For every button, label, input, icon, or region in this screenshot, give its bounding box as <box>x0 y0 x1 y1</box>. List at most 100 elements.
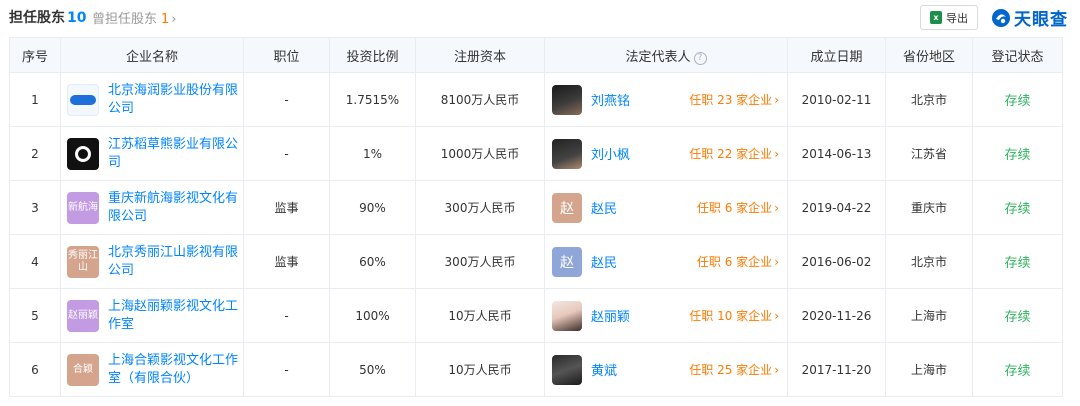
company-logo[interactable]: 赵丽颖 <box>67 299 99 332</box>
chevron-right-icon: › <box>774 309 779 323</box>
registered-capital: 300万人民币 <box>415 234 545 289</box>
company-link[interactable]: 上海合颖影视文化工作室（有限合伙） <box>108 352 239 388</box>
help-icon[interactable]: ? <box>693 51 707 65</box>
company-logo[interactable] <box>67 83 99 116</box>
status-badge: 存续 <box>972 126 1063 181</box>
avatar[interactable] <box>552 300 582 331</box>
company-cell: 合颖 上海合颖影视文化工作室（有限合伙） <box>61 352 243 388</box>
region: 重庆市 <box>885 180 973 235</box>
brand-icon <box>992 8 1010 27</box>
company-cell: 北京海润影业股份有限公司 <box>61 82 243 118</box>
col-header-company: 企业名称 <box>60 37 244 73</box>
status-badge: 存续 <box>972 72 1063 127</box>
rep-tenure-text: 任职 23 家企业 <box>689 93 773 107</box>
export-button[interactable]: x 导出 <box>920 5 978 30</box>
table-row: 4 秀丽江山 北京秀丽江山影视有限公司 监事 60% 300万人民币 赵 赵民 … <box>9 234 1063 289</box>
col-header-no: 序号 <box>9 37 61 73</box>
rep-cell: 赵丽颖 任职 10 家企业 › <box>545 300 787 331</box>
region: 北京市 <box>885 234 973 289</box>
registered-capital: 10万人民币 <box>415 342 545 397</box>
company-logo[interactable]: 合颖 <box>67 353 99 386</box>
logo-mark-icon <box>70 94 96 105</box>
company-link[interactable]: 北京秀丽江山影视有限公司 <box>108 244 239 280</box>
investment-ratio: 50% <box>329 342 416 397</box>
status-badge: 存续 <box>972 288 1063 343</box>
position: 监事 <box>243 234 330 289</box>
rep-tenure-text: 任职 22 家企业 <box>689 147 773 161</box>
company-cell: 新航海 重庆新航海影视文化有限公司 <box>61 190 243 226</box>
region: 上海市 <box>885 342 973 397</box>
table-row: 3 新航海 重庆新航海影视文化有限公司 监事 90% 300万人民币 赵 赵民 … <box>9 180 1063 235</box>
rep-cell: 刘燕铭 任职 23 家企业 › <box>545 84 787 115</box>
company-link[interactable]: 重庆新航海影视文化有限公司 <box>108 190 239 226</box>
avatar[interactable] <box>552 84 582 115</box>
table-row: 5 赵丽颖 上海赵丽颖影视文化工作室 - 100% 10万人民币 赵丽颖 任职 … <box>9 288 1063 343</box>
rep-name-link[interactable]: 黄斌 <box>591 360 617 379</box>
rep-tenure-text: 任职 10 家企业 <box>689 309 773 323</box>
rep-cell: 赵 赵民 任职 6 家企业 › <box>545 246 787 277</box>
investment-ratio: 1.7515% <box>329 72 416 127</box>
avatar[interactable]: 赵 <box>552 192 582 223</box>
avatar[interactable]: 赵 <box>552 246 582 277</box>
former-shareholder-tab[interactable]: 曾担任股东 1 › <box>92 8 177 27</box>
chevron-right-icon: › <box>171 12 177 27</box>
company-cell: 秀丽江山 北京秀丽江山影视有限公司 <box>61 244 243 280</box>
company-link[interactable]: 北京海润影业股份有限公司 <box>108 82 239 118</box>
sub-title-count: 1 <box>161 12 170 27</box>
col-header-status: 登记状态 <box>972 37 1063 73</box>
row-no: 2 <box>9 126 61 181</box>
rep-tenure-link[interactable]: 任职 25 家企业 › <box>689 361 779 378</box>
row-no: 3 <box>9 180 61 235</box>
shareholder-table: 序号 企业名称 职位 投资比例 注册资本 法定代表人? 成立日期 省份地区 登记… <box>9 37 1063 397</box>
table-row: 1 北京海润影业股份有限公司 - 1.7515% 8100万人民币 刘燕铭 任职… <box>9 72 1063 127</box>
established-date: 2010-02-11 <box>787 72 886 127</box>
rep-tenure-link[interactable]: 任职 10 家企业 › <box>689 307 779 324</box>
row-no: 5 <box>9 288 61 343</box>
chevron-right-icon: › <box>774 147 779 161</box>
rep-name-link[interactable]: 刘燕铭 <box>591 90 630 109</box>
avatar[interactable] <box>552 138 582 169</box>
row-no: 6 <box>9 342 61 397</box>
company-link[interactable]: 上海赵丽颖影视文化工作室 <box>108 298 239 334</box>
position: - <box>243 72 330 127</box>
col-header-rep-label: 法定代表人 <box>625 49 691 65</box>
table-header-row: 序号 企业名称 职位 投资比例 注册资本 法定代表人? 成立日期 省份地区 登记… <box>9 37 1063 73</box>
rep-cell: 刘小枫 任职 22 家企业 › <box>545 138 787 169</box>
position: - <box>243 342 330 397</box>
col-header-date: 成立日期 <box>787 37 886 73</box>
rep-tenure-text: 任职 6 家企业 <box>696 255 773 269</box>
chevron-right-icon: › <box>774 255 779 269</box>
investment-ratio: 1% <box>329 126 416 181</box>
rep-name-link[interactable]: 赵民 <box>591 252 617 271</box>
table-row: 6 合颖 上海合颖影视文化工作室（有限合伙） - 50% 10万人民币 黄斌 任… <box>9 342 1063 397</box>
investment-ratio: 60% <box>329 234 416 289</box>
company-cell: 江苏稻草熊影业有限公司 <box>61 136 243 172</box>
rep-tenure-link[interactable]: 任职 6 家企业 › <box>697 253 779 270</box>
rep-name-link[interactable]: 赵丽颖 <box>591 306 630 325</box>
investment-ratio: 100% <box>329 288 416 343</box>
avatar[interactable] <box>552 354 582 385</box>
rep-name-link[interactable]: 刘小枫 <box>591 144 630 163</box>
title-count: 10 <box>67 10 87 26</box>
company-logo[interactable]: 秀丽江山 <box>67 245 99 278</box>
registered-capital: 300万人民币 <box>415 180 545 235</box>
col-header-capital: 注册资本 <box>415 37 545 73</box>
brand-text: 天眼查 <box>1014 10 1068 30</box>
rep-tenure-link[interactable]: 任职 23 家企业 › <box>689 91 779 108</box>
row-no: 1 <box>9 72 61 127</box>
section-header: 担任股东 10 曾担任股东 1 › x 导出 天眼查 <box>0 0 1080 34</box>
company-logo[interactable] <box>67 137 99 170</box>
export-label: 导出 <box>946 11 968 25</box>
registered-capital: 8100万人民币 <box>415 72 545 127</box>
table-row: 2 江苏稻草熊影业有限公司 - 1% 1000万人民币 刘小枫 任职 22 家企… <box>9 126 1063 181</box>
rep-name-link[interactable]: 赵民 <box>591 198 617 217</box>
company-link[interactable]: 江苏稻草熊影业有限公司 <box>108 136 239 172</box>
rep-tenure-link[interactable]: 任职 22 家企业 › <box>689 145 779 162</box>
rep-cell: 黄斌 任职 25 家企业 › <box>545 354 787 385</box>
established-date: 2017-11-20 <box>787 342 886 397</box>
registered-capital: 1000万人民币 <box>415 126 545 181</box>
company-logo[interactable]: 新航海 <box>67 191 99 224</box>
sub-title-text: 曾担任股东 <box>92 12 158 27</box>
rep-tenure-link[interactable]: 任职 6 家企业 › <box>697 199 779 216</box>
section-title: 担任股东 10 <box>9 7 86 27</box>
